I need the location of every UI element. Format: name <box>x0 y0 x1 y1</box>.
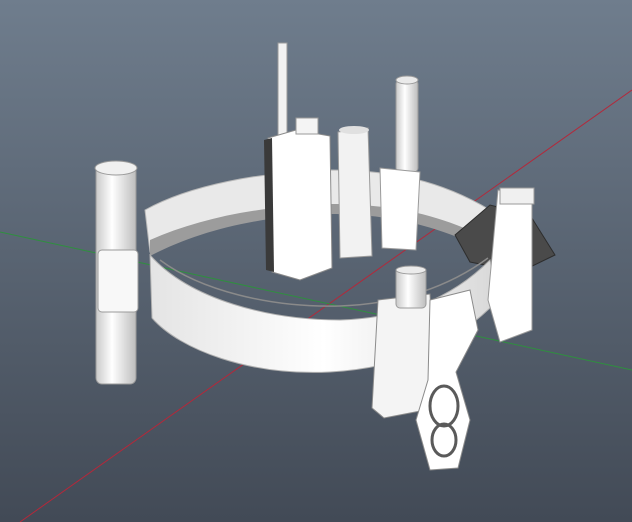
viewport-canvas[interactable] <box>0 0 632 522</box>
baton-ring <box>97 249 139 313</box>
canister-back <box>337 127 373 259</box>
3d-viewport[interactable] <box>0 0 632 522</box>
flashlight <box>395 79 419 173</box>
radio-pouch <box>267 129 333 281</box>
flashlight-holder <box>379 167 421 251</box>
holster-strap <box>499 187 535 205</box>
radio-top <box>295 117 319 135</box>
flashlight-top <box>395 75 419 85</box>
baton-top <box>94 160 138 176</box>
antenna <box>277 42 288 144</box>
canister-back-top <box>339 126 369 134</box>
spray-canister-top <box>395 265 427 275</box>
